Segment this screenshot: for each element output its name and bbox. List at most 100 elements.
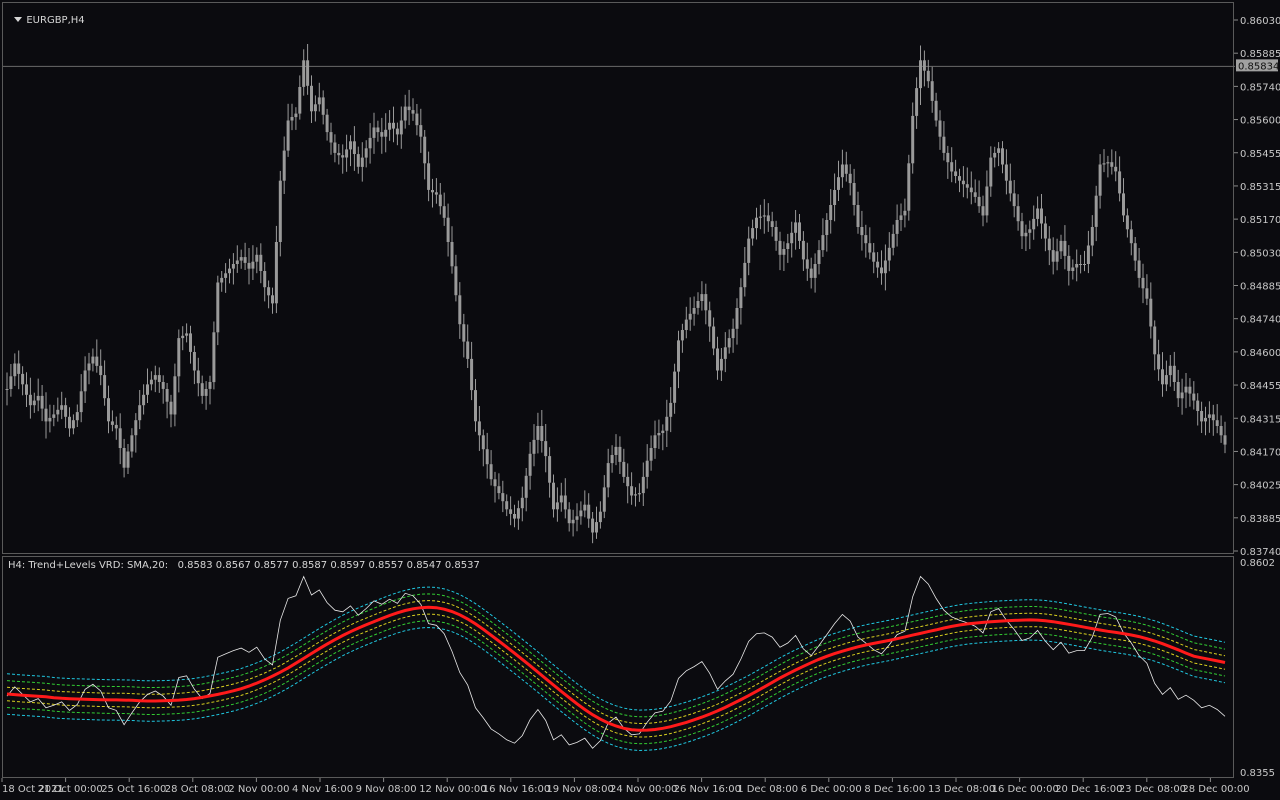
candle-body bbox=[716, 348, 719, 371]
candle-body bbox=[1024, 232, 1028, 237]
candle-body bbox=[1125, 215, 1129, 230]
candle-body bbox=[911, 115, 915, 164]
sma-line bbox=[6, 605, 1226, 732]
candle-body bbox=[44, 408, 48, 422]
candle-body bbox=[1063, 240, 1067, 256]
candle-body bbox=[591, 518, 595, 533]
candle-body bbox=[774, 227, 778, 241]
candle-body bbox=[1161, 369, 1164, 385]
candle-body bbox=[1106, 162, 1110, 164]
candle-body bbox=[876, 261, 880, 268]
candle-body bbox=[1141, 277, 1145, 289]
candle-body bbox=[376, 127, 380, 133]
candle-body bbox=[1184, 386, 1188, 393]
candle-body bbox=[634, 494, 637, 496]
candle-body bbox=[271, 295, 274, 304]
candle-body bbox=[684, 319, 688, 330]
candle-body bbox=[1075, 264, 1079, 268]
candle-body bbox=[704, 294, 708, 311]
candle-body bbox=[883, 260, 887, 274]
candle-body bbox=[1079, 264, 1083, 265]
candle-body bbox=[1133, 243, 1137, 261]
candle-body bbox=[540, 426, 544, 441]
candle-body bbox=[743, 262, 747, 288]
price-chart-pane[interactable] bbox=[2, 2, 1235, 555]
candle-body bbox=[1043, 223, 1047, 239]
price-tick-label: 0.83885 bbox=[1240, 514, 1280, 525]
candle-body bbox=[1083, 264, 1086, 265]
candle-body bbox=[325, 114, 329, 133]
price-tick-label: 0.85030 bbox=[1240, 248, 1280, 259]
candle-body bbox=[407, 106, 411, 111]
price-tick-label: 0.85885 bbox=[1240, 49, 1280, 60]
dropdown-triangle-icon[interactable] bbox=[14, 17, 23, 22]
candle-body bbox=[645, 460, 649, 477]
candle-body bbox=[446, 217, 450, 242]
time-tick-label: 6 Dec 00:00 bbox=[801, 784, 862, 795]
candle-body bbox=[470, 358, 474, 391]
candle-body bbox=[555, 502, 559, 510]
candle-body bbox=[220, 277, 224, 283]
candle-body bbox=[329, 132, 333, 143]
candle-body bbox=[622, 461, 626, 477]
candle-body bbox=[450, 242, 454, 267]
candle-body bbox=[872, 252, 876, 262]
candle-body bbox=[454, 266, 458, 296]
candle-body bbox=[423, 136, 427, 164]
candle-body bbox=[825, 220, 829, 235]
candle-body bbox=[977, 196, 981, 207]
candle-body bbox=[71, 420, 75, 429]
indicator-pane[interactable] bbox=[2, 556, 1234, 778]
candle-body bbox=[735, 308, 739, 329]
candle-body bbox=[567, 509, 571, 524]
candle-body bbox=[626, 476, 630, 487]
candle-body bbox=[618, 446, 622, 462]
candle-body bbox=[989, 157, 993, 187]
candle-body bbox=[657, 433, 661, 436]
candle-body bbox=[177, 338, 181, 377]
indicator-canvas[interactable] bbox=[3, 557, 1235, 779]
candle-body bbox=[837, 177, 840, 190]
price-chart-canvas[interactable] bbox=[3, 3, 1235, 555]
candle-body bbox=[801, 240, 805, 260]
candle-body bbox=[5, 389, 9, 390]
candle-body bbox=[829, 205, 833, 220]
candle-body bbox=[364, 148, 368, 158]
candle-body bbox=[161, 382, 165, 389]
candle-body bbox=[516, 508, 520, 519]
candle-body bbox=[259, 254, 263, 271]
time-tick-label: 21 Oct 00:00 bbox=[38, 784, 103, 795]
candle-body bbox=[56, 409, 60, 415]
candle-body bbox=[571, 519, 575, 524]
candle-body bbox=[427, 163, 431, 190]
candle-body bbox=[993, 152, 997, 158]
candle-body bbox=[965, 184, 969, 188]
candle-body bbox=[181, 335, 185, 339]
candle-body bbox=[587, 504, 591, 519]
candle-body bbox=[352, 141, 356, 154]
candle-body bbox=[462, 324, 466, 342]
candle-body bbox=[1020, 221, 1024, 237]
candle-body bbox=[481, 435, 485, 450]
candle-body bbox=[739, 287, 743, 308]
candle-body bbox=[719, 358, 723, 371]
candle-body bbox=[1180, 392, 1184, 399]
price-line bbox=[6, 575, 1226, 749]
time-tick-label: 2 Nov 00:00 bbox=[228, 784, 289, 795]
candle-body bbox=[559, 495, 563, 503]
candle-body bbox=[1008, 180, 1012, 194]
price-tick-label: 0.85600 bbox=[1240, 116, 1280, 127]
candle-body bbox=[91, 356, 95, 364]
indicator-axis-bottom: 0.8355 bbox=[1240, 768, 1275, 778]
candle-body bbox=[477, 421, 481, 436]
candle-body bbox=[337, 152, 341, 156]
time-tick-label: 20 Dec 16:00 bbox=[1055, 784, 1122, 795]
candle-body bbox=[110, 421, 114, 425]
symbol-label: EURGBP,H4 bbox=[26, 15, 85, 26]
candle-body bbox=[165, 389, 169, 402]
candle-body bbox=[1192, 393, 1196, 401]
candle-body bbox=[1129, 229, 1133, 244]
candle-body bbox=[1118, 171, 1122, 194]
candle-body bbox=[677, 340, 680, 372]
price-tick-label: 0.84455 bbox=[1240, 381, 1280, 392]
